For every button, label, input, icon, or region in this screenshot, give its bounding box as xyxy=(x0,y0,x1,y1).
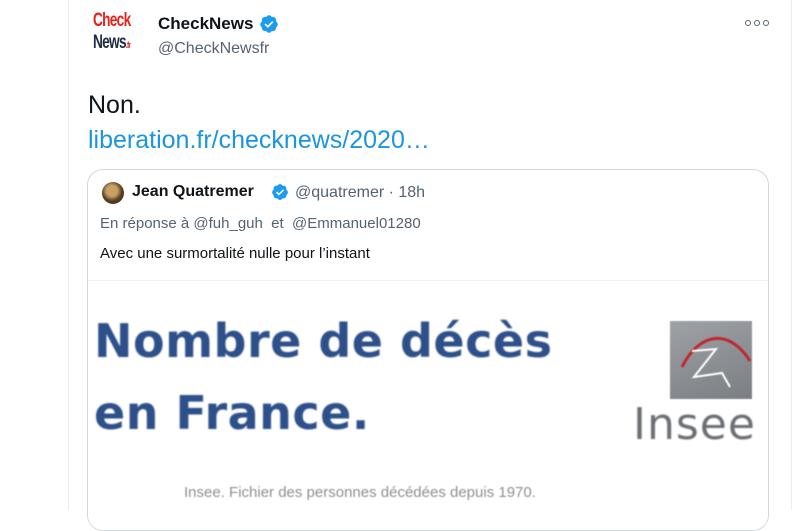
author-handle[interactable]: @CheckNewsfr xyxy=(158,40,269,58)
quoted-tweet-card[interactable]: Jean Quatremer @quatremer · 18h En répon… xyxy=(87,169,769,531)
media-logo-text: Insee xyxy=(633,399,756,450)
tweet-link[interactable]: liberation.fr/checknews/2020… xyxy=(88,126,430,155)
quoted-handle-time[interactable]: @quatremer · 18h xyxy=(295,184,425,202)
tweet-text: Non. xyxy=(88,91,141,119)
timeline-border-right xyxy=(791,0,792,510)
author-avatar[interactable]: Check News.fr xyxy=(93,11,133,63)
verified-badge-icon xyxy=(260,15,278,33)
insee-logo-icon xyxy=(670,321,752,399)
timeline-border-left xyxy=(68,0,69,510)
avatar-logo-line2: News.fr xyxy=(93,32,131,53)
author-display-name[interactable]: CheckNews xyxy=(158,14,253,34)
quoted-media-image[interactable]: Nombre de décès en France. Insee Insee. … xyxy=(88,280,768,530)
verified-badge-icon xyxy=(272,184,288,200)
quoted-tweet-text: Avec une surmortalité nulle pour l’insta… xyxy=(100,245,370,262)
media-title-line2: en France. xyxy=(94,386,370,440)
quoted-author-avatar[interactable] xyxy=(102,182,124,204)
media-title-line1: Nombre de décès xyxy=(94,314,553,368)
media-source-caption: Insee. Fichier des personnes décédées de… xyxy=(184,484,536,501)
avatar-logo-line1: Check xyxy=(93,10,131,31)
more-options-icon[interactable] xyxy=(743,13,771,33)
quoted-author-name[interactable]: Jean Quatremer xyxy=(132,183,254,201)
reply-context: En réponse à @fuh_guh et @Emmanuel01280 xyxy=(100,215,421,232)
